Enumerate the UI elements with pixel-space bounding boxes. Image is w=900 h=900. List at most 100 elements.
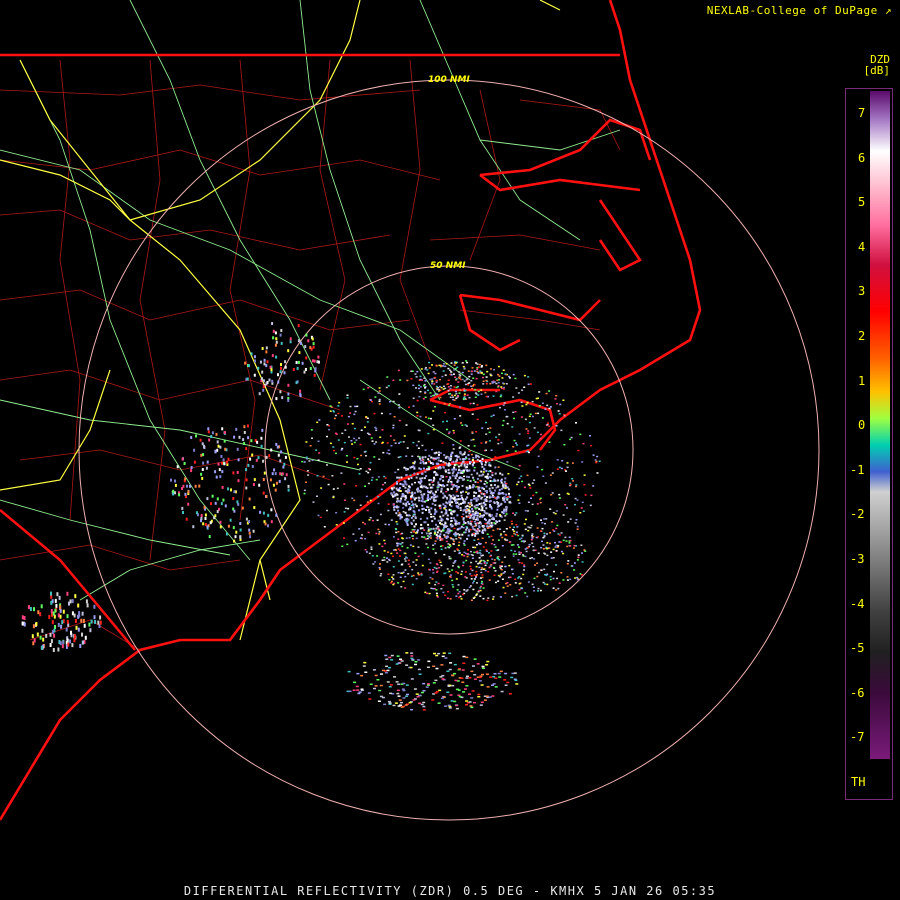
echo-pixel bbox=[549, 532, 552, 534]
echo-pixel bbox=[481, 465, 484, 468]
echo-pixel bbox=[553, 570, 555, 573]
echo-pixel bbox=[500, 569, 503, 571]
echo-pixel bbox=[472, 479, 475, 481]
echo-pixel bbox=[463, 501, 466, 504]
echo-pixel bbox=[481, 667, 485, 669]
echo-pixel bbox=[461, 554, 464, 556]
echo-pixel bbox=[384, 672, 388, 674]
echo-pixel bbox=[417, 668, 421, 671]
echo-pixel bbox=[576, 578, 579, 581]
echo-pixel bbox=[417, 481, 420, 484]
echo-pixel bbox=[42, 637, 45, 642]
echo-pixel bbox=[503, 496, 506, 498]
echo-pixel bbox=[493, 522, 496, 524]
echo-pixel bbox=[422, 500, 425, 503]
echo-pixel bbox=[481, 673, 484, 676]
echo-pixel bbox=[358, 473, 361, 475]
echo-pixel bbox=[524, 528, 527, 531]
echo-pixel bbox=[529, 383, 532, 385]
echo-pixel bbox=[303, 492, 306, 495]
echo-pixel bbox=[505, 513, 508, 515]
echo-pixel bbox=[453, 540, 456, 543]
external-link-icon[interactable]: ↗ bbox=[885, 4, 892, 17]
echo-pixel bbox=[421, 456, 424, 459]
echo-pixel bbox=[297, 360, 300, 364]
echo-pixel bbox=[566, 462, 569, 464]
echo-pixel bbox=[66, 591, 69, 596]
echo-pixel bbox=[428, 592, 431, 595]
echo-pixel bbox=[275, 340, 278, 344]
echo-pixel bbox=[511, 595, 514, 598]
echo-pixel bbox=[452, 396, 454, 398]
echo-pixel bbox=[392, 491, 395, 493]
echo-pixel bbox=[480, 568, 483, 571]
echo-pixel bbox=[443, 363, 445, 365]
echo-pixel bbox=[459, 406, 462, 408]
echo-pixel bbox=[245, 517, 248, 521]
echo-pixel bbox=[259, 510, 262, 514]
echo-pixel bbox=[85, 599, 88, 604]
echo-pixel bbox=[429, 532, 432, 534]
echo-pixel bbox=[468, 382, 471, 384]
echo-pixel bbox=[398, 512, 401, 514]
echo-pixel bbox=[219, 445, 222, 449]
echo-pixel bbox=[390, 654, 394, 657]
echo-pixel bbox=[460, 502, 462, 505]
echo-pixel bbox=[493, 484, 496, 486]
echo-pixel bbox=[472, 438, 475, 441]
echo-pixel bbox=[202, 453, 205, 457]
echo-pixel bbox=[395, 521, 398, 523]
echo-pixel bbox=[428, 582, 431, 584]
echo-pixel bbox=[474, 514, 477, 517]
echo-pixel bbox=[484, 463, 487, 466]
echo-pixel bbox=[74, 634, 76, 639]
echo-pixel bbox=[285, 473, 288, 477]
echo-pixel bbox=[520, 401, 523, 404]
echo-pixel bbox=[481, 576, 484, 579]
echo-pixel bbox=[284, 365, 287, 369]
echo-pixel bbox=[546, 547, 549, 550]
echo-pixel bbox=[483, 467, 486, 470]
echo-pixel bbox=[390, 519, 393, 521]
color-scale-gradient bbox=[870, 91, 890, 759]
echo-pixel bbox=[451, 501, 454, 504]
echo-pixel bbox=[447, 404, 450, 407]
echo-pixel bbox=[386, 669, 390, 672]
echo-pixel bbox=[434, 467, 437, 470]
echo-pixel bbox=[455, 468, 458, 471]
echo-pixel bbox=[50, 609, 53, 614]
echo-pixel bbox=[482, 376, 484, 379]
echo-pixel bbox=[506, 539, 509, 541]
echo-pixel bbox=[533, 577, 536, 580]
echo-pixel bbox=[221, 485, 224, 489]
echo-pixel bbox=[248, 528, 251, 532]
echo-pixel bbox=[481, 574, 484, 576]
echo-pixel bbox=[494, 677, 498, 679]
echo-pixel bbox=[556, 402, 558, 405]
echo-pixel bbox=[506, 461, 509, 463]
echo-pixel bbox=[329, 405, 332, 407]
echo-pixel bbox=[360, 454, 363, 457]
echo-pixel bbox=[485, 507, 488, 510]
echo-pixel bbox=[439, 477, 442, 480]
echo-pixel bbox=[334, 452, 337, 455]
range-rings bbox=[78, 79, 820, 821]
echo-pixel bbox=[253, 506, 256, 509]
echo-pixel bbox=[509, 584, 512, 586]
echo-pixel bbox=[567, 493, 570, 495]
echo-pixel bbox=[427, 506, 430, 509]
echo-pixel bbox=[450, 530, 453, 532]
echo-pixel bbox=[538, 391, 541, 393]
echo-pixel bbox=[555, 527, 558, 530]
echo-pixel bbox=[279, 333, 282, 337]
echo-pixel bbox=[467, 528, 470, 531]
echo-pixel bbox=[391, 576, 394, 578]
echo-pixel bbox=[433, 652, 436, 655]
echo-pixel bbox=[402, 441, 405, 443]
echo-pixel bbox=[463, 393, 466, 395]
echo-pixel bbox=[514, 377, 517, 380]
echo-pixel bbox=[233, 509, 236, 513]
echo-pixel bbox=[386, 561, 389, 563]
echo-pixel bbox=[543, 568, 546, 571]
echo-pixel bbox=[489, 382, 492, 385]
